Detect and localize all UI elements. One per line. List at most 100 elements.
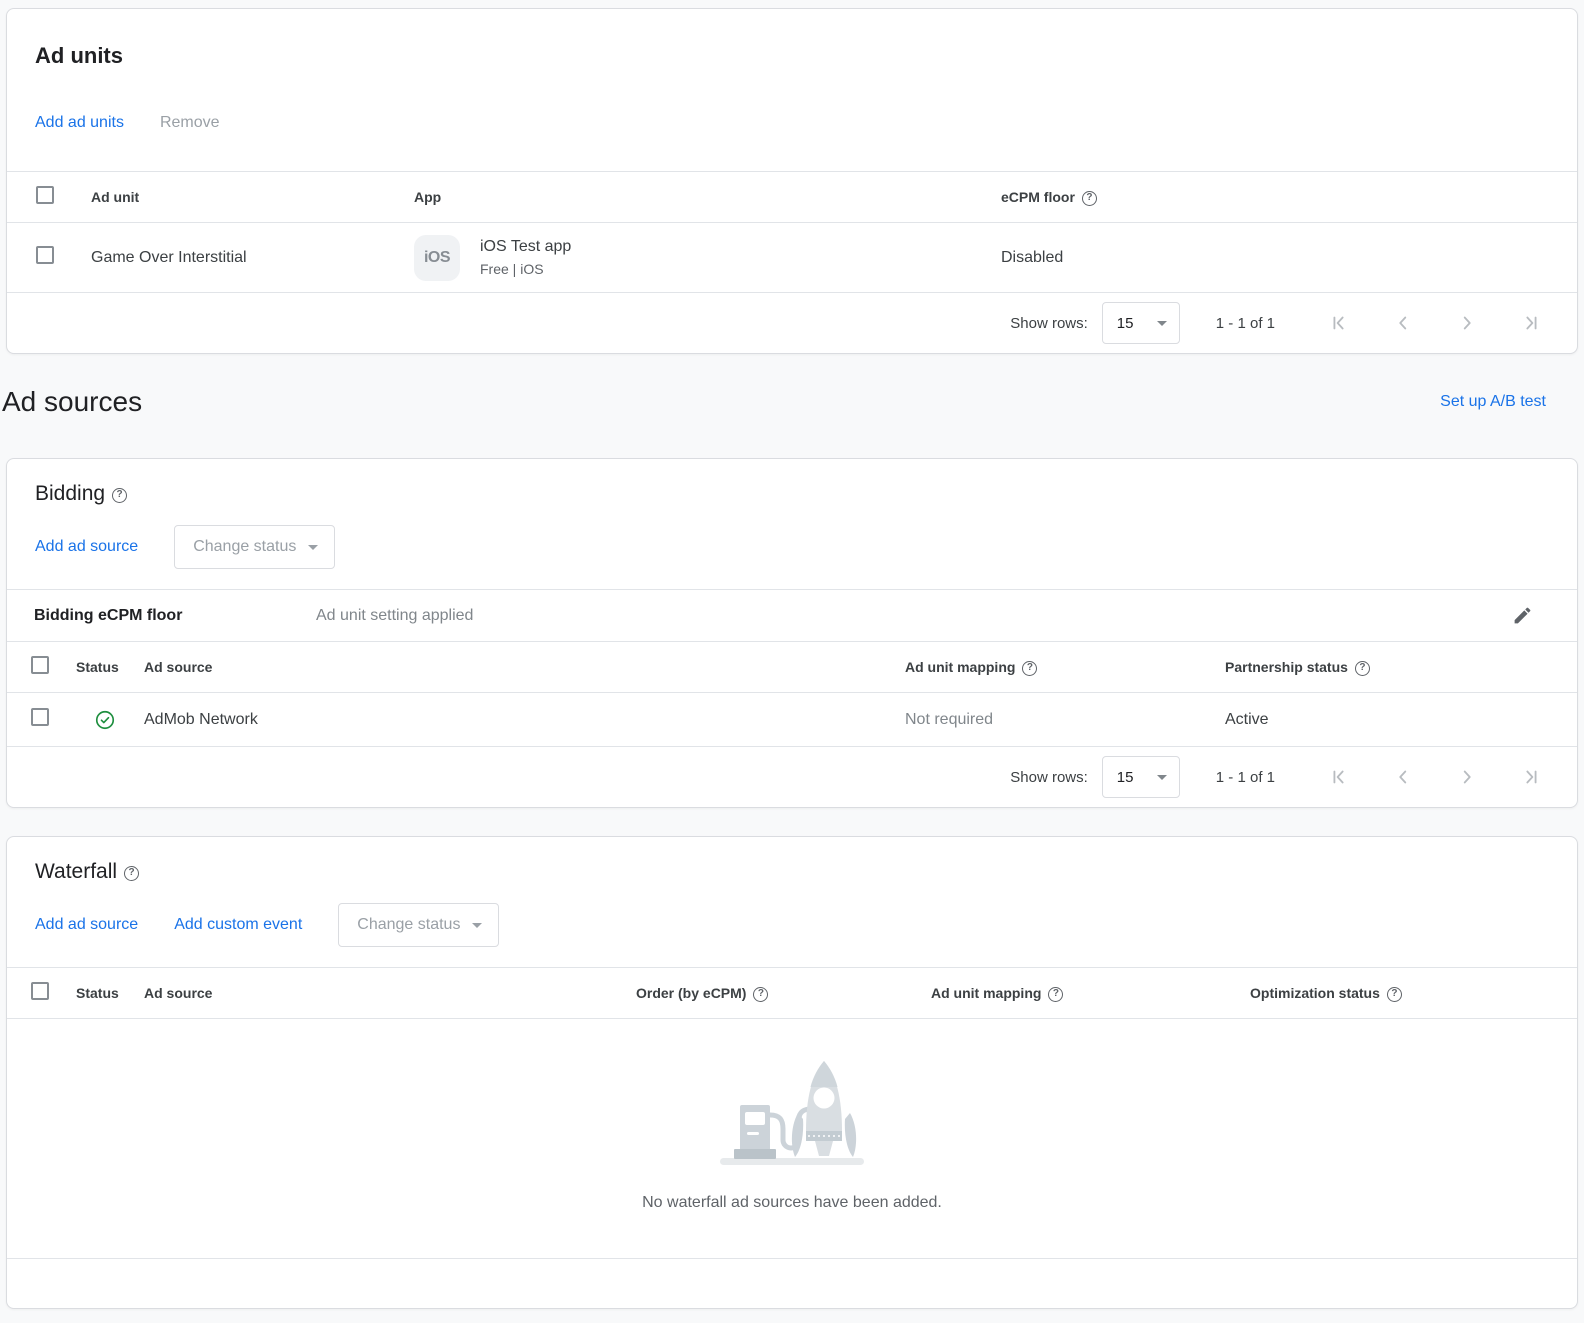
waterfall-actions: Add ad source Add custom event Change st… (35, 903, 1549, 947)
ad-sources-section: Ad sources Set up A/B test (0, 354, 1584, 458)
ecpm-floor-help-icon[interactable] (1082, 191, 1097, 206)
row-checkbox[interactable] (31, 708, 49, 726)
row-checkbox-cell (7, 246, 91, 269)
optimization-status-help-icon[interactable] (1387, 987, 1402, 1002)
bidding-table-header: Status Ad source Ad unit mapping Partner… (7, 641, 1577, 693)
app-name: iOS Test app (480, 237, 571, 257)
header-checkbox-cell (7, 656, 76, 679)
col-ad-unit-mapping: Ad unit mapping (905, 659, 1225, 675)
set-up-ab-test-link[interactable]: Set up A/B test (1440, 393, 1546, 411)
ad-unit-name[interactable]: Game Over Interstitial (91, 249, 414, 267)
pencil-icon (1512, 605, 1533, 626)
col-status: Status (76, 985, 144, 1001)
status-cell (76, 709, 144, 731)
ad-unit-mapping-help-icon[interactable] (1048, 987, 1063, 1002)
pagination-nav (1327, 765, 1543, 789)
ad-unit-mapping-help-icon[interactable] (1022, 661, 1037, 676)
header-checkbox-cell (7, 186, 91, 209)
add-ad-source-link[interactable]: Add ad source (35, 538, 138, 556)
remove-link[interactable]: Remove (160, 114, 220, 132)
col-ecpm-floor: eCPM floor (1001, 189, 1577, 205)
row-checkbox-cell (7, 708, 76, 731)
ad-units-head: Ad units Add ad units Remove (7, 9, 1577, 171)
col-status: Status (76, 659, 144, 675)
app-meta: Free | iOS (480, 260, 571, 278)
bidding-ecpm-floor-value: Ad unit setting applied (316, 607, 1512, 625)
select-all-checkbox[interactable] (36, 186, 54, 204)
chevron-down-icon (472, 923, 482, 928)
previous-page-icon[interactable] (1391, 311, 1415, 335)
waterfall-table-header: Status Ad source Order (by eCPM) Ad unit… (7, 967, 1577, 1019)
edit-button[interactable] (1512, 605, 1533, 626)
order-by-ecpm-help-icon[interactable] (753, 987, 768, 1002)
ad-units-actions: Add ad units Remove (35, 101, 1549, 145)
bidding-ecpm-floor-label: Bidding eCPM floor (34, 607, 316, 625)
active-check-icon (94, 709, 116, 731)
show-rows-label: Show rows: (1010, 315, 1088, 332)
add-custom-event-link[interactable]: Add custom event (174, 916, 302, 934)
pagination-nav (1327, 311, 1543, 335)
ad-units-pagination: Show rows: 15 1 - 1 of 1 (7, 293, 1577, 353)
col-ad-unit: Ad unit (91, 189, 414, 205)
waterfall-title: Waterfall (35, 859, 1549, 885)
waterfall-head: Waterfall Add ad source Add custom event… (7, 837, 1577, 967)
ad-sources-title: Ad sources (2, 386, 142, 418)
table-row: AdMob Network Not required Active (7, 693, 1577, 747)
select-all-checkbox[interactable] (31, 656, 49, 674)
change-status-button[interactable]: Change status (338, 903, 499, 947)
table-row: Game Over Interstitial iOS iOS Test app … (7, 223, 1577, 293)
bidding-ecpm-floor-row: Bidding eCPM floor Ad unit setting appli… (7, 589, 1577, 641)
col-partnership-status: Partnership status (1225, 659, 1577, 675)
col-app: App (414, 189, 1001, 205)
partnership-status-value: Active (1225, 711, 1577, 729)
col-ad-source: Ad source (144, 985, 636, 1001)
previous-page-icon[interactable] (1391, 765, 1415, 789)
waterfall-card: Waterfall Add ad source Add custom event… (6, 836, 1578, 1309)
page: Ad units Add ad units Remove Ad unit App… (0, 0, 1584, 1323)
next-page-icon[interactable] (1455, 765, 1479, 789)
app-cell: iOS iOS Test app Free | iOS (414, 235, 1001, 281)
bidding-head: Bidding Add ad source Change status (7, 459, 1577, 589)
ecpm-floor-value: Disabled (1001, 249, 1577, 267)
ad-units-title: Ad units (35, 41, 1549, 71)
waterfall-help-icon[interactable] (124, 866, 139, 881)
ios-app-icon: iOS (414, 235, 460, 281)
waterfall-empty-state: No waterfall ad sources have been added. (7, 1019, 1577, 1258)
show-rows-label: Show rows: (1010, 769, 1088, 786)
select-all-checkbox[interactable] (31, 982, 49, 1000)
ad-units-table-header: Ad unit App eCPM floor (7, 171, 1577, 223)
waterfall-empty-message: No waterfall ad sources have been added. (7, 1192, 1577, 1214)
bidding-help-icon[interactable] (112, 488, 127, 503)
waterfall-card-footer (7, 1258, 1577, 1308)
chevron-down-icon (1157, 321, 1167, 326)
col-order-by-ecpm: Order (by eCPM) (636, 985, 931, 1001)
page-range: 1 - 1 of 1 (1216, 315, 1275, 332)
last-page-icon[interactable] (1519, 311, 1543, 335)
col-ad-unit-mapping: Ad unit mapping (931, 985, 1250, 1001)
next-page-icon[interactable] (1455, 311, 1479, 335)
ad-source-name[interactable]: AdMob Network (144, 711, 905, 729)
bidding-actions: Add ad source Change status (35, 525, 1549, 569)
bidding-card: Bidding Add ad source Change status Bidd… (6, 458, 1578, 808)
col-optimization-status: Optimization status (1250, 985, 1577, 1001)
add-ad-units-link[interactable]: Add ad units (35, 114, 124, 132)
bidding-pagination: Show rows: 15 1 - 1 of 1 (7, 747, 1577, 807)
col-ad-source: Ad source (144, 659, 905, 675)
ad-unit-mapping-value: Not required (905, 711, 1225, 729)
last-page-icon[interactable] (1519, 765, 1543, 789)
partnership-status-help-icon[interactable] (1355, 661, 1370, 676)
first-page-icon[interactable] (1327, 765, 1351, 789)
rows-per-page-select[interactable]: 15 (1102, 756, 1180, 798)
chevron-down-icon (308, 545, 318, 550)
row-checkbox[interactable] (36, 246, 54, 264)
bidding-title: Bidding (35, 481, 1549, 507)
header-checkbox-cell (7, 982, 76, 1005)
add-ad-source-link[interactable]: Add ad source (35, 916, 138, 934)
first-page-icon[interactable] (1327, 311, 1351, 335)
change-status-button[interactable]: Change status (174, 525, 335, 569)
ad-units-card: Ad units Add ad units Remove Ad unit App… (6, 8, 1578, 354)
chevron-down-icon (1157, 775, 1167, 780)
rocket-fuel-pump-illustration (7, 1053, 1577, 1176)
page-range: 1 - 1 of 1 (1216, 769, 1275, 786)
rows-per-page-select[interactable]: 15 (1102, 302, 1180, 344)
